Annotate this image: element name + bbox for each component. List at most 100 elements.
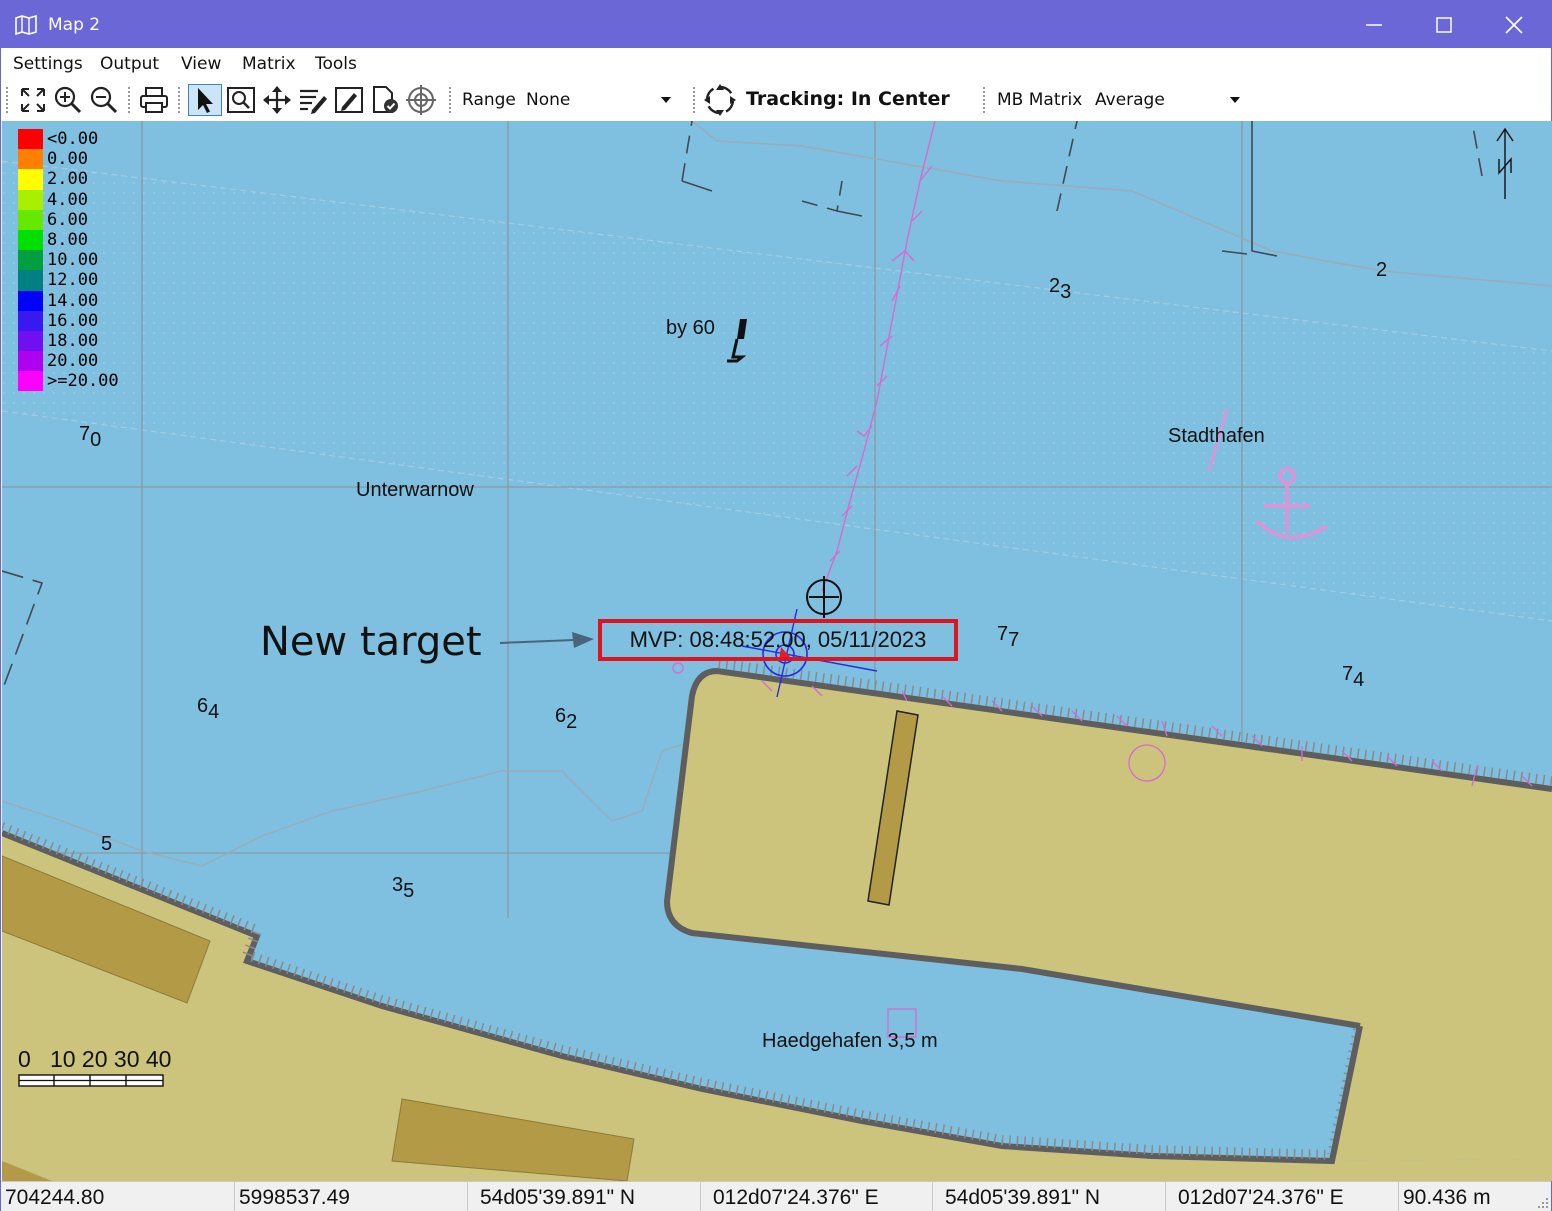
- mb-matrix-dropdown-arrow-icon[interactable]: [1230, 97, 1240, 103]
- zoom-in-button[interactable]: [51, 84, 85, 116]
- toolbar-grip[interactable]: [178, 87, 182, 113]
- zoom-box-button[interactable]: [224, 84, 258, 116]
- menu-bar: Settings Output View Matrix Tools: [1, 48, 1551, 79]
- legend-swatch: [18, 290, 43, 311]
- tracking-status[interactable]: Tracking: In Center: [746, 88, 950, 110]
- status-latitude: 54d05'39.891" N: [468, 1182, 701, 1211]
- minimize-icon: [1366, 23, 1382, 26]
- zoom-box-icon: [227, 87, 255, 113]
- status-cursor-latitude: 54d05'39.891" N: [933, 1182, 1166, 1211]
- pencil-icon: [335, 87, 363, 113]
- scale-labels: 0 10 20 30 40: [18, 1046, 172, 1072]
- edit-list-icon: [300, 89, 327, 114]
- toolbar-grip[interactable]: [449, 87, 453, 113]
- legend-swatch: [18, 129, 43, 150]
- legend-label: 16.00: [47, 310, 99, 331]
- legend-label: 14.00: [47, 290, 99, 311]
- buoy-label: by 60: [666, 317, 715, 339]
- toolbar: Range None Tracking: In Center MB Matrix…: [1, 79, 1551, 121]
- menu-view[interactable]: View: [181, 54, 221, 74]
- status-easting: 704244.80: [1, 1182, 235, 1211]
- legend-label: <0.00: [47, 129, 99, 150]
- resize-grip-icon[interactable]: [1535, 1195, 1549, 1209]
- tracking-button[interactable]: [702, 84, 738, 116]
- north-arrow-icon: [1496, 127, 1514, 199]
- window-title: Map 2: [48, 15, 101, 35]
- legend-swatch: [18, 270, 43, 291]
- toolbar-grip[interactable]: [983, 87, 987, 113]
- target-marker: [806, 576, 842, 618]
- menu-tools[interactable]: Tools: [315, 54, 357, 74]
- scale-bar: 0 10 20 30 40: [18, 1046, 171, 1094]
- scale-ruler: [18, 1074, 164, 1087]
- maximize-button[interactable]: [1409, 1, 1479, 48]
- depth-contour-label: 2: [1376, 259, 1388, 281]
- legend-swatch: [18, 169, 43, 190]
- mb-matrix-label: MB Matrix: [997, 90, 1083, 110]
- range-dropdown[interactable]: None: [526, 90, 570, 110]
- legend-row: 0.00: [18, 149, 119, 170]
- legend-label: 20.00: [47, 351, 99, 372]
- edit-list-button[interactable]: [296, 84, 330, 116]
- status-bar: 704244.80 5998537.49 54d05'39.891" N 012…: [1, 1181, 1551, 1211]
- menu-matrix[interactable]: Matrix: [242, 54, 296, 74]
- zoom-out-button[interactable]: [87, 84, 121, 116]
- minimize-button[interactable]: [1339, 1, 1409, 48]
- legend-label: 0.00: [47, 149, 88, 170]
- legend-label: 10.00: [47, 250, 99, 271]
- legend-row: 2.00: [18, 169, 119, 190]
- toolbar-grip[interactable]: [6, 87, 10, 113]
- tracking-center-icon: [704, 84, 736, 116]
- print-button[interactable]: [137, 84, 171, 116]
- depth-sounding: 77: [997, 623, 1020, 651]
- depth-sounding: 23: [1049, 275, 1072, 303]
- legend-label: 12.00: [47, 270, 99, 291]
- menu-output[interactable]: Output: [100, 54, 159, 74]
- legend-row: 12.00: [18, 270, 119, 291]
- toolbar-grip[interactable]: [128, 87, 132, 113]
- mvp-timestamp: MVP: 08:48:52.00, 05/11/2023: [629, 627, 927, 652]
- toolbar-grip[interactable]: [693, 87, 697, 113]
- status-northing: 5998537.49: [235, 1182, 468, 1211]
- mb-matrix-dropdown[interactable]: Average: [1095, 90, 1165, 110]
- mvp-target-label[interactable]: MVP: 08:48:52.00, 05/11/2023: [598, 619, 958, 661]
- legend-label: >=20.00: [47, 371, 119, 392]
- legend-label: 18.00: [47, 330, 99, 351]
- legend-swatch: [18, 250, 43, 271]
- legend-swatch: [18, 310, 43, 331]
- legend-swatch: [18, 330, 43, 352]
- move-arrows-icon: [263, 86, 291, 114]
- legend-row: 10.00: [18, 250, 119, 271]
- map-window: Map 2 Settings Output View Matrix Tools: [0, 0, 1552, 1211]
- pan-button[interactable]: [260, 84, 294, 116]
- legend-swatch: [18, 189, 43, 210]
- depth-sounding: 62: [555, 705, 578, 733]
- range-label: Range: [462, 90, 516, 110]
- map-icon: [15, 15, 37, 35]
- status-distance: 90.436 m: [1403, 1186, 1491, 1209]
- target-button[interactable]: [404, 84, 438, 116]
- legend-row: 16.00: [18, 310, 119, 331]
- menu-settings[interactable]: Settings: [13, 54, 83, 74]
- printer-icon: [140, 87, 168, 113]
- legend-swatch: [18, 351, 43, 372]
- zoom-extents-button[interactable]: [16, 84, 50, 116]
- legend-row: <0.00: [18, 129, 119, 150]
- select-tool-button[interactable]: [188, 84, 222, 116]
- document-check-button[interactable]: [368, 84, 402, 116]
- pointer-arrow-icon: [198, 88, 213, 113]
- fairway-band: [2, 161, 1552, 621]
- edit-pencil-button[interactable]: [332, 84, 366, 116]
- close-icon: [1505, 15, 1523, 34]
- annotation-arrow: [499, 632, 594, 648]
- chart-map-canvas[interactable]: <0.00 0.00 2.00 4.00 6.00 8.00 10.00 12.00 14.00…: [2, 121, 1552, 1181]
- depth-sounding: 64: [197, 695, 220, 723]
- legend-swatch: [18, 229, 43, 251]
- area-label-stadthafen: Stadthafen: [1168, 425, 1265, 447]
- legend-row: 6.00: [18, 209, 119, 230]
- zoom-in-icon: [54, 86, 82, 114]
- range-dropdown-arrow-icon[interactable]: [661, 97, 671, 103]
- legend-label: 6.00: [47, 209, 88, 230]
- legend-label: 2.00: [47, 169, 88, 190]
- close-button[interactable]: [1479, 1, 1549, 48]
